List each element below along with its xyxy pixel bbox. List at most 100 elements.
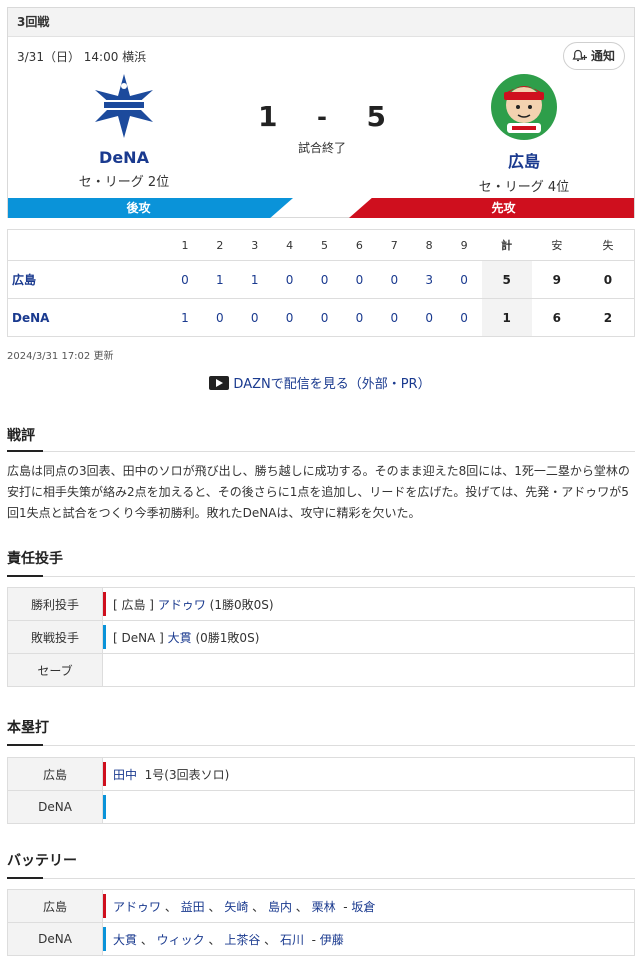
score-separator: - (317, 102, 327, 131)
inning-score: 0 (307, 298, 342, 337)
hits-header: 安 (531, 229, 582, 261)
win-pitcher-label: 勝利投手 (7, 587, 103, 621)
away-team-league: セ・リーグ 4位 (478, 180, 570, 195)
save-pitcher-label: セーブ (7, 653, 103, 687)
inning-score: 0 (376, 260, 412, 299)
battery-catcher[interactable]: 坂倉 (351, 900, 375, 914)
battery-pitcher[interactable]: アドゥワ (113, 900, 161, 914)
errors-count: 0 (581, 260, 635, 299)
win-pitcher-name[interactable]: アドゥワ (158, 598, 206, 612)
scoreboard-row-home: DeNA 1 0 0 0 0 0 0 0 0 1 6 2 (7, 298, 635, 337)
homerun-team-label: 広島 (7, 757, 103, 791)
away-team[interactable]: 広島 セ・リーグ 4位 (424, 72, 624, 195)
loss-pitcher-name[interactable]: 大貫 (168, 631, 192, 645)
battery-team-label: DeNA (7, 922, 103, 956)
inning-score: 0 (167, 260, 203, 299)
total-header: 計 (481, 229, 532, 261)
battery-pitcher[interactable]: 大貫 (113, 933, 137, 947)
inning-header: 6 (341, 229, 377, 261)
battery-pitcher[interactable]: 矢崎 (224, 900, 248, 914)
inning-score: 3 (411, 260, 447, 299)
home-team-name[interactable]: DeNA (24, 148, 224, 167)
homerun-row-away: 広島 田中 1号(3回表ソロ) (7, 757, 635, 791)
away-team-name[interactable]: 広島 (424, 148, 624, 172)
updated-timestamp: 2024/3/31 17:02 更新 (7, 351, 114, 362)
loss-pitcher-record: (0勝1敗0S) (195, 630, 260, 645)
inning-score: 1 (167, 298, 203, 337)
loss-pitcher-value: [ DeNA ] 大貫 (0勝1敗0S) (102, 620, 635, 654)
scoreboard-header-row: 1 2 3 4 5 6 7 8 9 計 安 失 (7, 229, 635, 261)
inning-score: 0 (237, 298, 273, 337)
homerun-home-value (102, 790, 635, 824)
battery-pitcher[interactable]: ウィック (157, 933, 205, 947)
home-team[interactable]: DeNA セ・リーグ 2位 (24, 72, 224, 190)
battery-pitcher[interactable]: 石川 (280, 933, 304, 947)
hits-count: 6 (531, 298, 582, 337)
dazn-link-label[interactable]: DAZNで配信を見る（外部・PR） (233, 377, 430, 392)
homerun-detail: 1号(3回表ソロ) (144, 767, 230, 782)
battery-pitcher[interactable]: 島内 (268, 900, 292, 914)
homerun-team-label: DeNA (7, 790, 103, 824)
inning-header: 9 (446, 229, 482, 261)
win-pitcher-value: [ 広島 ] アドゥワ (1勝0敗0S) (102, 587, 635, 621)
away-score: 5 (366, 100, 386, 133)
inning-header: 5 (307, 229, 342, 261)
inning-header: 1 (167, 229, 203, 261)
win-pitcher-record: (1勝0敗0S) (209, 597, 274, 612)
play-icon (209, 376, 230, 390)
save-pitcher-row: セーブ (7, 653, 635, 687)
battery-pitcher[interactable]: 栗林 (312, 900, 336, 914)
scoreboard-team-name[interactable]: DeNA (7, 298, 168, 337)
away-batting-label: 先攻 (349, 198, 634, 218)
battery-catcher[interactable]: 伊藤 (320, 933, 344, 947)
dazn-link[interactable]: DAZNで配信を見る（外部・PR） (0, 373, 640, 392)
scoreboard-team-name[interactable]: 広島 (7, 260, 168, 299)
errors-count: 2 (581, 298, 635, 337)
inning-score: 0 (446, 260, 482, 299)
battery-divider (7, 877, 635, 879)
inning-score: 0 (341, 260, 377, 299)
loss-pitcher-label: 敗戦投手 (7, 620, 103, 654)
notify-button[interactable]: 通知 (562, 42, 625, 70)
inning-score: 1 (202, 260, 238, 299)
battery-row-away: 広島 アドゥワ 、 益田 、 矢崎 、 島内 、 栗林 - 坂倉 (7, 889, 635, 923)
game-meta: 3/31（日） 14:00 横浜 (17, 50, 147, 64)
carp-logo-icon (491, 74, 557, 140)
home-batting-label: 後攻 (8, 198, 293, 218)
scoreboard-corner (7, 229, 168, 261)
battery-away-value: アドゥワ 、 益田 、 矢崎 、 島内 、 栗林 - 坂倉 (102, 889, 635, 923)
errors-header: 失 (581, 229, 635, 261)
win-pitcher-row: 勝利投手 [ 広島 ] アドゥワ (1勝0敗0S) (7, 587, 635, 621)
loss-pitcher-row: 敗戦投手 [ DeNA ] 大貫 (0勝1敗0S) (7, 620, 635, 654)
inning-header: 4 (272, 229, 308, 261)
homeruns-table: 広島 田中 1号(3回表ソロ) DeNA (7, 757, 635, 824)
total-runs: 5 (481, 260, 532, 299)
game-card: 3回戦 3/31（日） 14:00 横浜 通知 DeNA セ・リーグ 2位 1 … (7, 7, 635, 218)
pitchers-table: 勝利投手 [ 広島 ] アドゥワ (1勝0敗0S) 敗戦投手 [ DeNA ] … (7, 587, 635, 687)
scoreboard-row-away: 広島 0 1 1 0 0 0 0 3 0 5 9 0 (7, 260, 635, 299)
inning-header: 7 (376, 229, 412, 261)
homerun-row-home: DeNA (7, 790, 635, 824)
round-label: 3回戦 (8, 8, 634, 37)
game-status: 試合終了 (297, 141, 346, 155)
win-pitcher-team: [ 広島 ] (113, 597, 154, 612)
notify-label: 通知 (590, 49, 615, 63)
inning-header: 3 (237, 229, 273, 261)
review-title: 戦評 (7, 428, 35, 444)
home-team-league: セ・リーグ 2位 (78, 175, 170, 190)
pitchers-title: 責任投手 (7, 551, 63, 567)
review-text: 広島は同点の3回表、田中のソロが飛び出し、勝ち越しに成功する。そのまま迎えた8回… (7, 464, 630, 520)
hits-count: 9 (531, 260, 582, 299)
batting-order-bar: 後攻 先攻 (8, 198, 634, 218)
battery-title: バッテリー (7, 853, 77, 869)
battery-pitcher[interactable]: 上茶谷 (224, 933, 260, 947)
homerun-away-value: 田中 1号(3回表ソロ) (102, 757, 635, 791)
inning-score: 0 (446, 298, 482, 337)
inning-score: 0 (307, 260, 342, 299)
battery-home-value: 大貫 、 ウィック 、 上茶谷 、 石川 - 伊藤 (102, 922, 635, 956)
inning-score: 0 (341, 298, 377, 337)
battery-pitcher[interactable]: 益田 (181, 900, 205, 914)
inning-score: 0 (272, 298, 308, 337)
total-runs: 1 (481, 298, 532, 337)
homerun-player[interactable]: 田中 (113, 768, 137, 782)
